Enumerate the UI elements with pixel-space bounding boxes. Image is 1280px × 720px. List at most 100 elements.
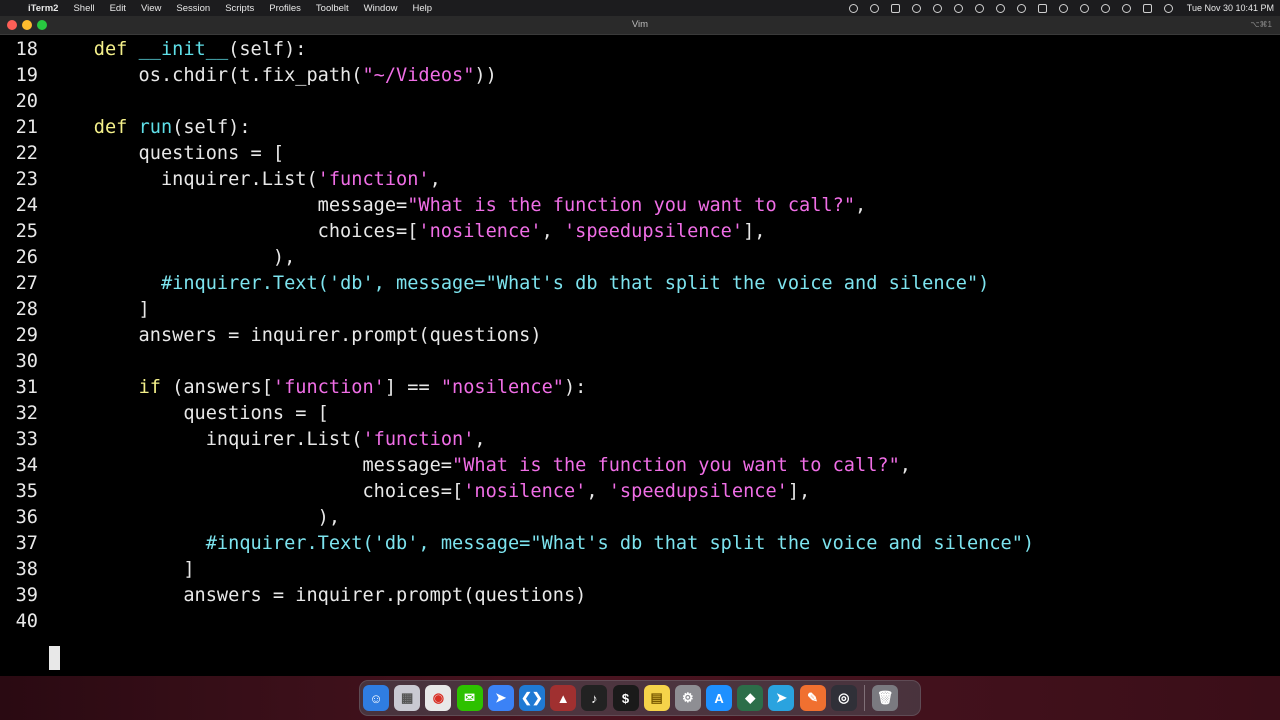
code-text: answers = inquirer.prompt(questions): [49, 583, 586, 609]
launchpad-icon[interactable]: ▦: [394, 685, 421, 711]
token-plain: questions = [: [49, 143, 285, 164]
window-title: Vim: [631, 19, 649, 30]
user-icon[interactable]: [1100, 3, 1110, 13]
status-app-icon[interactable]: [1016, 3, 1026, 13]
telegram-icon[interactable]: ➤: [768, 685, 795, 711]
vim-editor[interactable]: 18 def __init__(self): 19 os.chdir(t.fix_…: [0, 36, 1280, 676]
token-str: 'speedupsilence': [563, 221, 744, 242]
papers-icon[interactable]: ➤: [487, 685, 514, 711]
status-app-icon[interactable]: [953, 3, 963, 13]
code-line[interactable]: 19 os.chdir(t.fix_path("~/Videos")): [0, 63, 1280, 89]
vscode-icon[interactable]: ❮❯: [518, 685, 545, 711]
token-kw: if: [138, 377, 161, 398]
bluetooth-icon[interactable]: [1058, 3, 1068, 13]
siri-icon[interactable]: [1163, 3, 1173, 13]
token-fn: __init__: [138, 39, 229, 60]
window-title-bar[interactable]: Vim ⌥⌘1: [0, 16, 1280, 35]
token-plain: choices=[: [49, 481, 464, 502]
code-text: message="What is the function you want t…: [49, 193, 867, 219]
code-line[interactable]: 26 ),: [0, 245, 1280, 271]
sketchup-icon[interactable]: ▲: [550, 685, 577, 711]
code-text: ]: [49, 297, 150, 323]
code-line[interactable]: 36 ),: [0, 505, 1280, 531]
menu-app-name[interactable]: iTerm2: [28, 3, 58, 14]
input-source-icon[interactable]: [1037, 3, 1047, 13]
menu-help[interactable]: Help: [412, 3, 432, 14]
code-text: def run(self):: [49, 115, 251, 141]
wifi-icon[interactable]: [1079, 3, 1089, 13]
code-text: #inquirer.Text('db', message="What's db …: [49, 531, 1034, 557]
code-line[interactable]: 25 choices=['nosilence', 'speedupsilence…: [0, 219, 1280, 245]
token-plain: ],: [743, 221, 766, 242]
token-plain: (answers[: [160, 377, 273, 398]
token-plain: ),: [49, 507, 341, 528]
code-line[interactable]: 38 ]: [0, 557, 1280, 583]
code-line[interactable]: 21 def run(self):: [0, 115, 1280, 141]
code-line[interactable]: 29 answers = inquirer.prompt(questions): [0, 323, 1280, 349]
code-line[interactable]: 20: [0, 89, 1280, 115]
token-plain: ,: [541, 221, 564, 242]
status-app-icon[interactable]: [932, 3, 942, 13]
search-icon[interactable]: [1121, 3, 1131, 13]
sourcetree-icon[interactable]: ◆: [737, 685, 764, 711]
status-app-icon[interactable]: [848, 3, 858, 13]
code-text: #inquirer.Text('db', message="What's db …: [49, 271, 989, 297]
menu-shell[interactable]: Shell: [73, 3, 94, 14]
menu-scripts[interactable]: Scripts: [225, 3, 254, 14]
token-plain: message=: [49, 455, 452, 476]
terminal-icon[interactable]: $: [612, 685, 639, 711]
system-preferences-icon[interactable]: ⚙: [674, 685, 701, 711]
code-line[interactable]: 39 answers = inquirer.prompt(questions): [0, 583, 1280, 609]
menu-edit[interactable]: Edit: [110, 3, 126, 14]
code-line[interactable]: 40: [0, 609, 1280, 635]
token-str: 'speedupsilence': [608, 481, 788, 502]
notes-icon[interactable]: ▤: [643, 685, 670, 711]
status-app-icon[interactable]: [869, 3, 879, 13]
code-line[interactable]: 27 #inquirer.Text('db', message="What's …: [0, 271, 1280, 297]
code-text: ),: [49, 505, 340, 531]
obs-icon[interactable]: ◎: [830, 685, 857, 711]
code-line[interactable]: 37 #inquirer.Text('db', message="What's …: [0, 531, 1280, 557]
token-plain: ):: [563, 377, 587, 398]
code-line[interactable]: 23 inquirer.List('function',: [0, 167, 1280, 193]
token-plain: ,: [429, 169, 441, 190]
code-line[interactable]: 32 questions = [: [0, 401, 1280, 427]
menu-session[interactable]: Session: [176, 3, 210, 14]
code-text: ]: [49, 557, 195, 583]
code-line[interactable]: 18 def __init__(self):: [0, 37, 1280, 63]
finder-icon[interactable]: ☺: [363, 685, 389, 711]
status-app-icon[interactable]: [911, 3, 921, 13]
app-store-icon[interactable]: A: [706, 685, 733, 711]
status-app-icon[interactable]: [890, 3, 900, 13]
token-str: 'nosilence': [463, 481, 587, 502]
code-line[interactable]: 31 if (answers['function'] == "nosilence…: [0, 375, 1280, 401]
trash-icon[interactable]: 🗑: [872, 685, 898, 711]
line-number: 28: [15, 299, 38, 320]
code-line[interactable]: 33 inquirer.List('function',: [0, 427, 1280, 453]
code-line[interactable]: 30: [0, 349, 1280, 375]
line-number: 23: [15, 169, 38, 190]
code-line[interactable]: 34 message="What is the function you wan…: [0, 453, 1280, 479]
code-line[interactable]: 35 choices=['nosilence', 'speedupsilence…: [0, 479, 1280, 505]
menu-toolbelt[interactable]: Toolbelt: [316, 3, 349, 14]
menu-clock[interactable]: Tue Nov 30 10:41 PM: [1187, 3, 1274, 13]
wechat-icon[interactable]: ✉: [456, 685, 483, 711]
token-plain: ]: [49, 559, 195, 580]
code-line[interactable]: 28 ]: [0, 297, 1280, 323]
do-not-disturb-icon[interactable]: [995, 3, 1005, 13]
chrome-icon[interactable]: ◉: [425, 685, 452, 711]
wechat-status-icon[interactable]: [974, 3, 984, 13]
line-number: 24: [15, 195, 38, 216]
menu-profiles[interactable]: Profiles: [269, 3, 301, 14]
piano-icon[interactable]: ♪: [581, 685, 608, 711]
code-line[interactable]: 22 questions = [: [0, 141, 1280, 167]
line-number: 33: [15, 429, 38, 450]
menu-view[interactable]: View: [141, 3, 161, 14]
menu-window[interactable]: Window: [364, 3, 398, 14]
token-plain: ,: [586, 481, 609, 502]
code-line[interactable]: 24 message="What is the function you wan…: [0, 193, 1280, 219]
pen-icon[interactable]: ✎: [799, 685, 826, 711]
control-center-icon[interactable]: [1142, 3, 1152, 13]
